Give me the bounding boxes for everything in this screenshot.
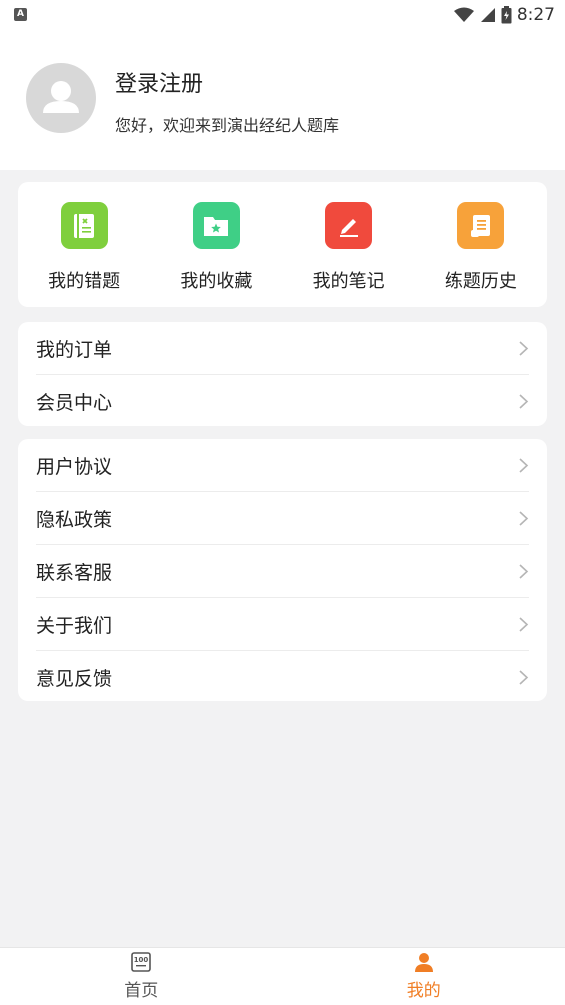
user-avatar-icon[interactable] [26,63,96,133]
chevron-right-icon [519,564,529,579]
menu-item-user-agreement[interactable]: 用户协议 [18,439,547,492]
quick-action-wrong-questions[interactable]: 我的错题 [18,182,150,307]
chevron-right-icon [519,617,529,632]
menu-item-label: 隐私政策 [36,509,113,531]
quick-action-label: 我的收藏 [180,271,253,292]
person-icon [414,953,433,972]
menu-item-label: 意见反馈 [36,668,113,690]
signal-icon [480,8,495,22]
status-bar: A 8:27 [0,0,565,30]
wrong-book-icon [60,202,108,249]
tab-label: 首页 [124,981,159,1001]
menu-item-label: 会员中心 [36,392,113,414]
pencil-note-icon [325,202,373,249]
menu-item-customer-service[interactable]: 联系客服 [18,545,547,598]
menu-item-orders[interactable]: 我的订单 [18,322,547,375]
quick-action-label: 我的错题 [48,271,121,292]
history-scroll-icon [457,202,505,249]
quick-actions-card: 我的错题 我的收藏 我的笔记 练题历史 [18,182,547,307]
menu-item-label: 关于我们 [36,615,113,637]
menu-item-label: 联系客服 [36,562,113,584]
bottom-tab-bar: 100 首页 我的 [0,947,565,1005]
tab-home[interactable]: 100 首页 [0,948,283,1005]
quick-action-label: 练题历史 [444,271,517,292]
quick-action-label: 我的笔记 [312,271,385,292]
svg-text:100: 100 [134,956,149,964]
menu-item-membership[interactable]: 会员中心 [18,375,547,428]
wifi-icon [453,7,474,22]
login-register-link[interactable]: 登录注册 [115,66,203,98]
home-100-icon: 100 [131,952,152,972]
menu-item-label: 用户协议 [36,456,113,478]
tab-mine[interactable]: 我的 [283,948,565,1005]
notification-app-icon: A [14,8,27,21]
chevron-right-icon [519,341,529,356]
clock: 8:27 [516,5,555,25]
welcome-text: 您好，欢迎来到演出经纪人题库 [115,116,340,135]
menu-item-feedback[interactable]: 意见反馈 [18,651,547,704]
menu-item-privacy-policy[interactable]: 隐私政策 [18,492,547,545]
menu-item-about-us[interactable]: 关于我们 [18,598,547,651]
chevron-right-icon [519,394,529,409]
chevron-right-icon [519,458,529,473]
menu-group-info: 用户协议 隐私政策 联系客服 关于我们 意见反馈 [18,439,547,701]
tab-label: 我的 [406,981,441,1001]
menu-group-account: 我的订单 会员中心 [18,322,547,426]
battery-icon [501,6,512,24]
quick-action-notes[interactable]: 我的笔记 [283,182,415,307]
quick-action-favorites[interactable]: 我的收藏 [150,182,282,307]
status-icons: 8:27 [453,4,555,26]
menu-item-label: 我的订单 [36,339,113,361]
quick-action-history[interactable]: 练题历史 [415,182,547,307]
star-folder-icon [192,202,240,249]
profile-header: 登录注册 您好，欢迎来到演出经纪人题库 [0,30,565,170]
chevron-right-icon [519,511,529,526]
chevron-right-icon [519,670,529,685]
